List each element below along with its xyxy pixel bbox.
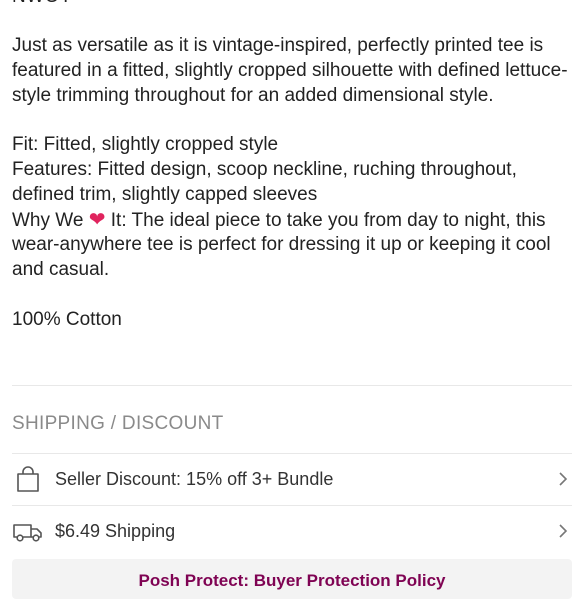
seller-discount-label: Seller Discount: 15% off 3+ Bundle: [55, 468, 334, 489]
material-line: 100% Cotton: [12, 308, 122, 330]
posh-protect-label: Posh Protect: Buyer Protection Policy: [138, 571, 446, 590]
shipping-row[interactable]: $6.49 Shipping: [0, 505, 580, 557]
shipping-section-title: SHIPPING / DISCOUNT: [12, 413, 224, 434]
shopping-bag-icon: [17, 466, 39, 492]
delivery-truck-icon: [13, 524, 42, 542]
heart-icon: ❤: [88, 208, 106, 231]
listing-details: NWOT Just as versatile as it is vintage-…: [0, 0, 580, 599]
features-line: Features: Fitted design, scoop neckline,…: [12, 158, 517, 205]
description-paragraph: Just as versatile as it is vintage-inspi…: [12, 35, 568, 106]
shipping-price-label: $6.49 Shipping: [55, 520, 176, 541]
condition-label: NWOT: [12, 0, 72, 8]
chevron-right-icon: [559, 472, 568, 486]
posh-protect-button[interactable]: Posh Protect: Buyer Protection Policy: [12, 559, 572, 599]
seller-discount-row[interactable]: Seller Discount: 15% off 3+ Bundle: [0, 453, 580, 505]
divider: [12, 385, 572, 386]
fit-line: Fit: Fitted, slightly cropped style: [12, 134, 279, 156]
item-description: Just as versatile as it is vintage-inspi…: [12, 34, 574, 333]
why-prefix: Why We: [12, 209, 84, 231]
chevron-right-icon: [559, 524, 568, 538]
why-we-love-it-line: Why We ❤ It: The ideal piece to take you…: [12, 208, 574, 283]
